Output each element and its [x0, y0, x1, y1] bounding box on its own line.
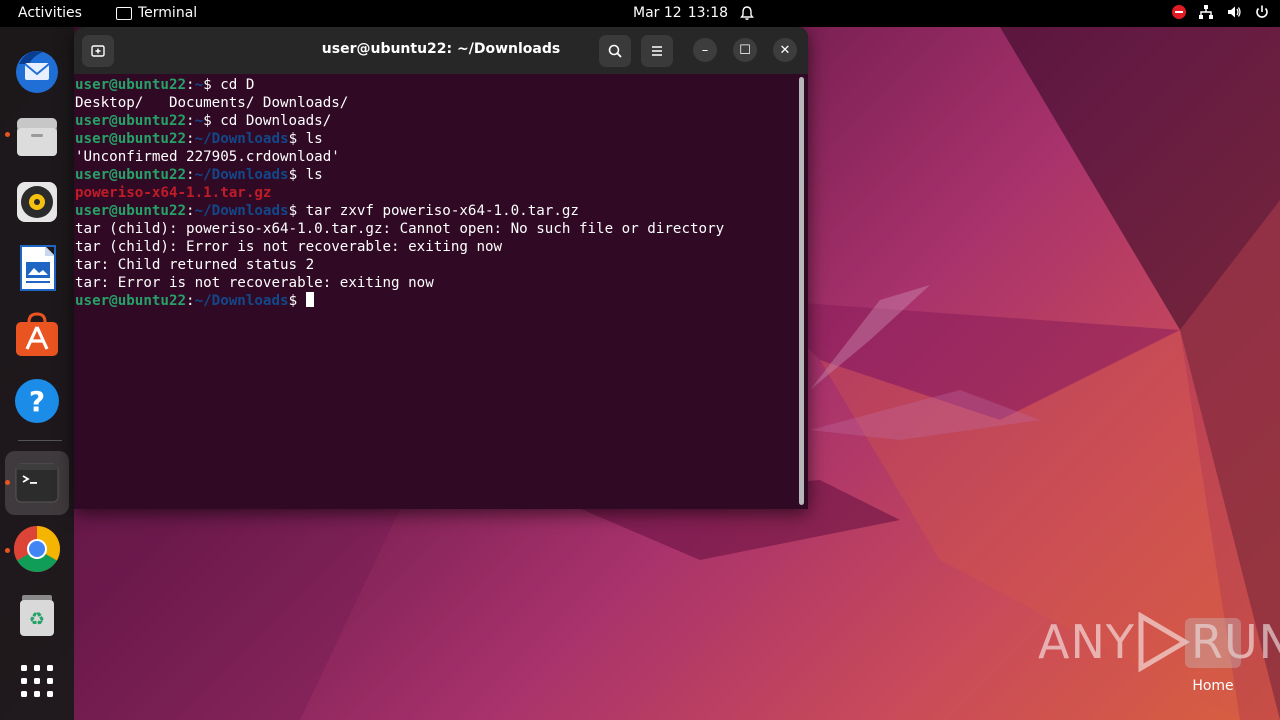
top-bar: Activities Terminal Mar 12 13:18 [0, 0, 1280, 27]
prompt-colon: : [186, 113, 195, 129]
output-text: 'Unconfirmed 227905.crdownload' [75, 149, 340, 165]
app-menu[interactable]: Terminal [116, 5, 197, 21]
terminal-line: tar (child): poweriso-x64-1.0.tar.gz: Ca… [75, 220, 795, 238]
terminal-line: user@ubuntu22:~/Downloads$ tar zxvf powe… [75, 202, 795, 220]
terminal-line: user@ubuntu22:~/Downloads$ ls [75, 130, 795, 148]
output-text: tar: Error is not recoverable: exiting n… [75, 275, 434, 291]
prompt-path: ~/Downloads [194, 293, 289, 309]
watermark-left: ANY [1038, 615, 1135, 669]
terminal-line: tar: Child returned status 2 [75, 256, 795, 274]
prompt-user: user@ubuntu22 [75, 113, 187, 129]
prompt-path: ~ [194, 113, 204, 129]
minimize-button[interactable]: – [693, 38, 717, 62]
running-indicator [5, 548, 10, 553]
svg-text:?: ? [29, 385, 45, 418]
help-icon[interactable]: ? [13, 377, 61, 425]
system-tray[interactable] [1172, 4, 1270, 20]
prompt-user: user@ubuntu22 [75, 293, 187, 309]
home-folder-icon[interactable] [1185, 618, 1241, 668]
search-button[interactable] [599, 35, 631, 67]
terminal-line: poweriso-x64-1.1.tar.gz [75, 184, 795, 202]
terminal-window: user@ubuntu22: ~/Downloads – ☐ ✕ user@ub… [74, 27, 808, 509]
prompt-command: $ ls [288, 167, 323, 183]
terminal-line: 'Unconfirmed 227905.crdownload' [75, 148, 795, 166]
prompt-path: ~ [194, 77, 204, 93]
output-text: tar: Child returned status 2 [75, 257, 315, 273]
dock: ? ♻ [0, 27, 74, 720]
output-text: tar (child): Error is not recoverable: e… [75, 239, 503, 255]
terminal-line: user@ubuntu22:~/Downloads$ [75, 292, 795, 310]
scrollbar[interactable] [799, 77, 804, 505]
prompt-user: user@ubuntu22 [75, 131, 187, 147]
activities-button[interactable]: Activities [18, 5, 82, 21]
notification-bell-icon [740, 6, 754, 20]
terminal-line: Desktop/ Documents/ Downloads/ [75, 94, 795, 112]
prompt-command: $ tar zxvf poweriso-x64-1.0.tar.gz [288, 203, 579, 219]
archive-file-name: poweriso-x64-1.1.tar.gz [75, 185, 272, 201]
search-icon [608, 44, 622, 58]
terminal-output[interactable]: user@ubuntu22:~$ cd D Desktop/ Documents/… [75, 76, 795, 506]
power-icon [1256, 5, 1268, 18]
files-icon[interactable] [13, 112, 61, 160]
text-cursor [305, 292, 314, 307]
terminal-small-icon [116, 6, 132, 20]
menu-button[interactable] [641, 35, 673, 67]
output-text: tar (child): poweriso-x64-1.0.tar.gz: Ca… [75, 221, 725, 237]
anyrun-watermark: ANY RUN [1038, 612, 1280, 672]
network-icon [1199, 5, 1213, 19]
prompt-user: user@ubuntu22 [75, 77, 187, 93]
prompt-command: $ ls [288, 131, 323, 147]
clock[interactable]: Mar 12 13:18 [633, 5, 728, 21]
home-folder-label[interactable]: Home [1180, 678, 1246, 694]
date-label: Mar 12 [633, 5, 682, 21]
trash-icon[interactable]: ♻ [13, 591, 61, 639]
terminal-line: user@ubuntu22:~$ cd D [75, 76, 795, 94]
prompt-command: $ cd D [203, 77, 255, 93]
terminal-line: tar: Error is not recoverable: exiting n… [75, 274, 795, 292]
terminal-line: tar (child): Error is not recoverable: e… [75, 238, 795, 256]
running-indicator [5, 480, 10, 485]
svg-text:♻: ♻ [29, 609, 45, 630]
recording-icon[interactable] [1172, 5, 1186, 19]
prompt-colon: : [186, 167, 195, 183]
prompt-colon: : [186, 131, 195, 147]
dock-separator [18, 440, 62, 441]
maximize-button[interactable]: ☐ [733, 38, 757, 62]
hamburger-menu-icon [652, 46, 662, 56]
prompt-colon: : [186, 293, 195, 309]
show-apps-icon[interactable] [13, 657, 61, 705]
prompt-path: ~/Downloads [194, 167, 289, 183]
app-menu-label: Terminal [138, 5, 198, 21]
terminal-line: user@ubuntu22:~/Downloads$ ls [75, 166, 795, 184]
prompt-colon: : [186, 203, 195, 219]
prompt-user: user@ubuntu22 [75, 203, 187, 219]
window-titlebar[interactable]: user@ubuntu22: ~/Downloads – ☐ ✕ [74, 27, 808, 74]
time-label: 13:18 [687, 5, 729, 21]
volume-icon [1228, 6, 1241, 18]
thunderbird-icon[interactable] [13, 46, 61, 94]
running-indicator [5, 132, 10, 137]
output-text: Desktop/ Documents/ Downloads/ [75, 95, 349, 111]
prompt-command: $ [288, 293, 306, 309]
app-center-icon[interactable] [13, 310, 61, 358]
play-logo-icon [1138, 612, 1190, 672]
prompt-user: user@ubuntu22 [75, 167, 187, 183]
chrome-icon[interactable] [13, 525, 61, 573]
rhythmbox-icon[interactable] [13, 178, 61, 226]
terminal-line: user@ubuntu22:~$ cd Downloads/ [75, 112, 795, 130]
close-button[interactable]: ✕ [773, 38, 797, 62]
prompt-command: $ cd Downloads/ [203, 113, 332, 129]
libreoffice-writer-icon[interactable] [13, 244, 61, 292]
prompt-colon: : [186, 77, 195, 93]
prompt-path: ~/Downloads [194, 203, 289, 219]
terminal-icon[interactable] [13, 459, 61, 507]
prompt-path: ~/Downloads [194, 131, 289, 147]
